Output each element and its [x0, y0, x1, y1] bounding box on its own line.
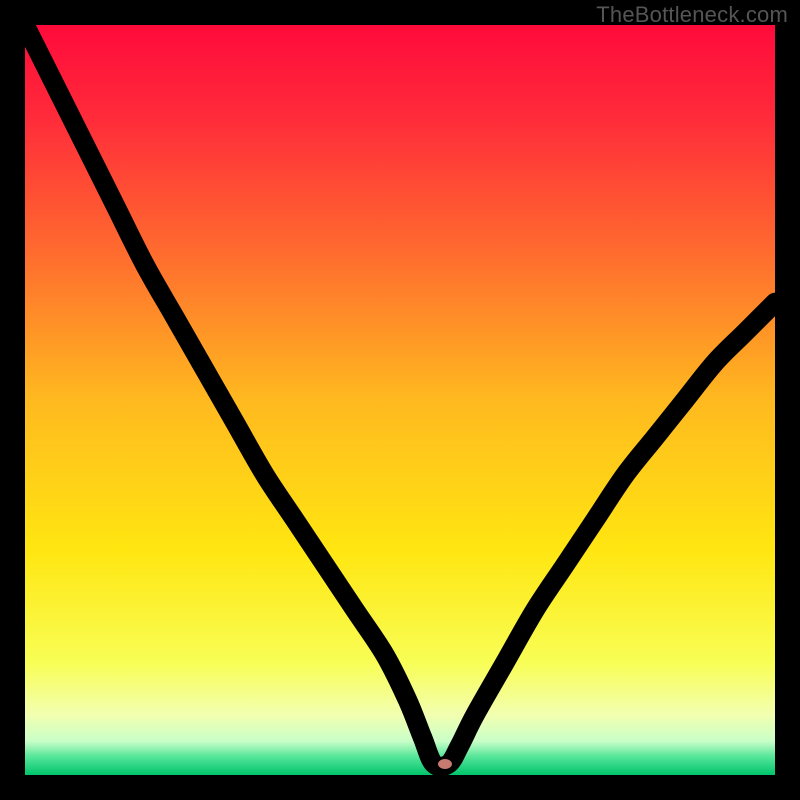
watermark-text: TheBottleneck.com [596, 2, 788, 28]
optimum-marker [438, 759, 452, 769]
chart-frame: TheBottleneck.com [0, 0, 800, 800]
plot-area [25, 25, 775, 775]
bottleneck-curve [25, 25, 775, 775]
